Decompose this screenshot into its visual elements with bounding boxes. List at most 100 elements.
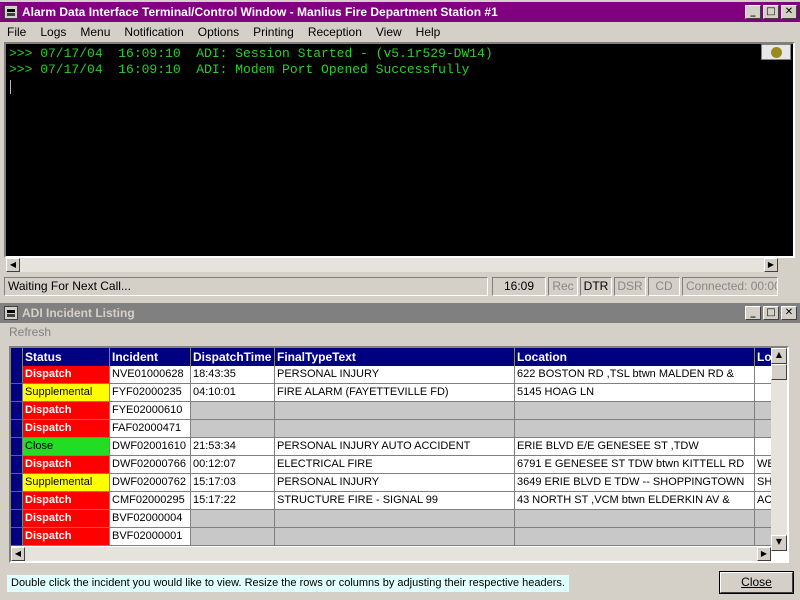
cell-dispatch-time[interactable] [191,528,275,546]
scroll-track[interactable] [25,547,757,561]
cell-final-type[interactable] [275,402,515,420]
incident-close-window-button[interactable]: ✕ [781,306,797,320]
cell-status[interactable]: Dispatch [23,456,110,474]
cell-location[interactable]: ERIE BLVD E/E GENESEE ST ,TDW [515,438,755,456]
column-header-status[interactable]: Status [23,348,110,366]
table-row[interactable]: Dispatch FAF02000471 [11,420,785,438]
menu-reception[interactable]: Reception [301,25,369,39]
row-selector[interactable] [11,366,23,384]
scroll-left-icon[interactable]: ◀ [11,547,25,561]
table-row[interactable]: Dispatch BVF02000001 [11,528,785,546]
cell-status[interactable]: Dispatch [23,510,110,528]
cell-incident[interactable]: BVF02000004 [110,510,191,528]
cell-status[interactable]: Dispatch [23,492,110,510]
cell-dispatch-time[interactable] [191,402,275,420]
column-header-location[interactable]: Location [515,348,755,366]
table-row[interactable]: Close DWF02001610 21:53:34 PERSONAL INJURY … [11,438,785,456]
grid-horizontal-scrollbar[interactable]: ◀ ▶ [11,547,771,561]
cell-incident[interactable]: FAF02000471 [110,420,191,438]
row-selector[interactable] [11,438,23,456]
cell-incident[interactable]: CMF02000295 [110,492,191,510]
cell-final-type[interactable]: FIRE ALARM (FAYETTEVILLE FD) [275,384,515,402]
grid-vertical-scrollbar[interactable]: ▲ ▼ [771,348,787,551]
cell-final-type[interactable]: PERSONAL INJURY AUTO ACCIDENT [275,438,515,456]
cell-status[interactable]: Dispatch [23,402,110,420]
cell-dispatch-time[interactable]: 21:53:34 [191,438,275,456]
cell-dispatch-time[interactable] [191,420,275,438]
scroll-right-icon[interactable]: ▶ [757,547,771,561]
cell-incident[interactable]: FYE02000610 [110,402,191,420]
cell-final-type[interactable] [275,510,515,528]
cell-location[interactable] [515,510,755,528]
cell-final-type[interactable] [275,528,515,546]
row-selector[interactable] [11,510,23,528]
cell-final-type[interactable]: PERSONAL INJURY [275,474,515,492]
table-row[interactable]: Dispatch FYE02000610 [11,402,785,420]
cell-status[interactable]: Supplemental [23,474,110,492]
cell-dispatch-time[interactable]: 15:17:22 [191,492,275,510]
cell-location[interactable]: 3649 ERIE BLVD E TDW -- SHOPPINGTOWN [515,474,755,492]
main-title-bar[interactable]: Alarm Data Interface Terminal/Control Wi… [0,2,800,22]
cell-incident[interactable]: BVF02000001 [110,528,191,546]
menu-printing[interactable]: Printing [246,25,301,39]
cell-location[interactable]: 5145 HOAG LN [515,384,755,402]
cell-status[interactable]: Close [23,438,110,456]
cell-dispatch-time[interactable]: 04:10:01 [191,384,275,402]
cell-status[interactable]: Dispatch [23,420,110,438]
app-terminal-icon[interactable] [4,5,18,19]
scroll-left-icon[interactable]: ◀ [6,258,20,272]
cell-incident[interactable]: DWF02001610 [110,438,191,456]
table-row[interactable]: Dispatch CMF02000295 15:17:22 STRUCTURE FIR… [11,492,785,510]
menu-logs[interactable]: Logs [33,25,73,39]
table-row[interactable]: Dispatch NVE01000628 18:43:35 PERSONAL INJU… [11,366,785,384]
row-selector[interactable] [11,420,23,438]
cell-final-type[interactable]: ELECTRICAL FIRE [275,456,515,474]
scroll-right-icon[interactable]: ▶ [764,258,778,272]
column-header-dispatch-time[interactable]: DispatchTime [191,348,275,366]
table-row[interactable]: Supplemental DWF02000762 15:17:03 PERSONAL … [11,474,785,492]
cell-final-type[interactable]: PERSONAL INJURY [275,366,515,384]
refresh-menu[interactable]: Refresh [9,325,51,339]
cell-dispatch-time[interactable]: 15:17:03 [191,474,275,492]
menu-view[interactable]: View [369,25,409,39]
cell-location[interactable] [515,402,755,420]
row-selector[interactable] [11,402,23,420]
incident-minimize-button[interactable]: _ [745,306,761,320]
row-selector[interactable] [11,456,23,474]
row-selector[interactable] [11,384,23,402]
incident-title-bar[interactable]: ADI Incident Listing _ □ ✕ [0,303,800,323]
cell-dispatch-time[interactable]: 00:12:07 [191,456,275,474]
cell-dispatch-time[interactable] [191,510,275,528]
column-header-incident[interactable]: Incident [110,348,191,366]
cell-final-type[interactable]: STRUCTURE FIRE - SIGNAL 99 [275,492,515,510]
table-row[interactable]: Dispatch DWF02000766 00:12:07 ELECTRICAL FI… [11,456,785,474]
cell-incident[interactable]: DWF02000766 [110,456,191,474]
cell-final-type[interactable] [275,420,515,438]
cell-location[interactable] [515,528,755,546]
cell-status[interactable]: Dispatch [23,366,110,384]
cell-incident[interactable]: NVE01000628 [110,366,191,384]
row-selector[interactable] [11,492,23,510]
cell-location[interactable]: 622 BOSTON RD ,TSL btwn MALDEN RD & [515,366,755,384]
cell-location[interactable] [515,420,755,438]
terminal-horizontal-scrollbar[interactable]: ◀ ▶ [6,258,778,272]
cell-dispatch-time[interactable]: 18:43:35 [191,366,275,384]
incident-window-icon[interactable] [4,306,18,320]
scroll-down-icon[interactable]: ▼ [771,535,787,551]
cell-incident[interactable]: FYF02000235 [110,384,191,402]
cell-location[interactable]: 6791 E GENESEE ST TDW btwn KITTELL RD [515,456,755,474]
row-selector[interactable] [11,474,23,492]
close-button[interactable]: Close [719,571,794,594]
cell-location[interactable]: 43 NORTH ST ,VCM btwn ELDERKIN AV & [515,492,755,510]
cell-incident[interactable]: DWF02000762 [110,474,191,492]
menu-notification[interactable]: Notification [117,25,190,39]
minimize-button[interactable]: _ [745,5,761,19]
maximize-button[interactable]: □ [763,5,779,19]
column-header-final-type[interactable]: FinalTypeText [275,348,515,366]
menu-file[interactable]: File [0,25,33,39]
cell-status[interactable]: Dispatch [23,528,110,546]
menu-menu[interactable]: Menu [73,25,117,39]
close-window-button[interactable]: ✕ [781,5,797,19]
terminal-output[interactable]: >>> 07/17/04 16:09:10 ADI: Session Start… [4,42,795,258]
scroll-up-icon[interactable]: ▲ [771,348,787,364]
